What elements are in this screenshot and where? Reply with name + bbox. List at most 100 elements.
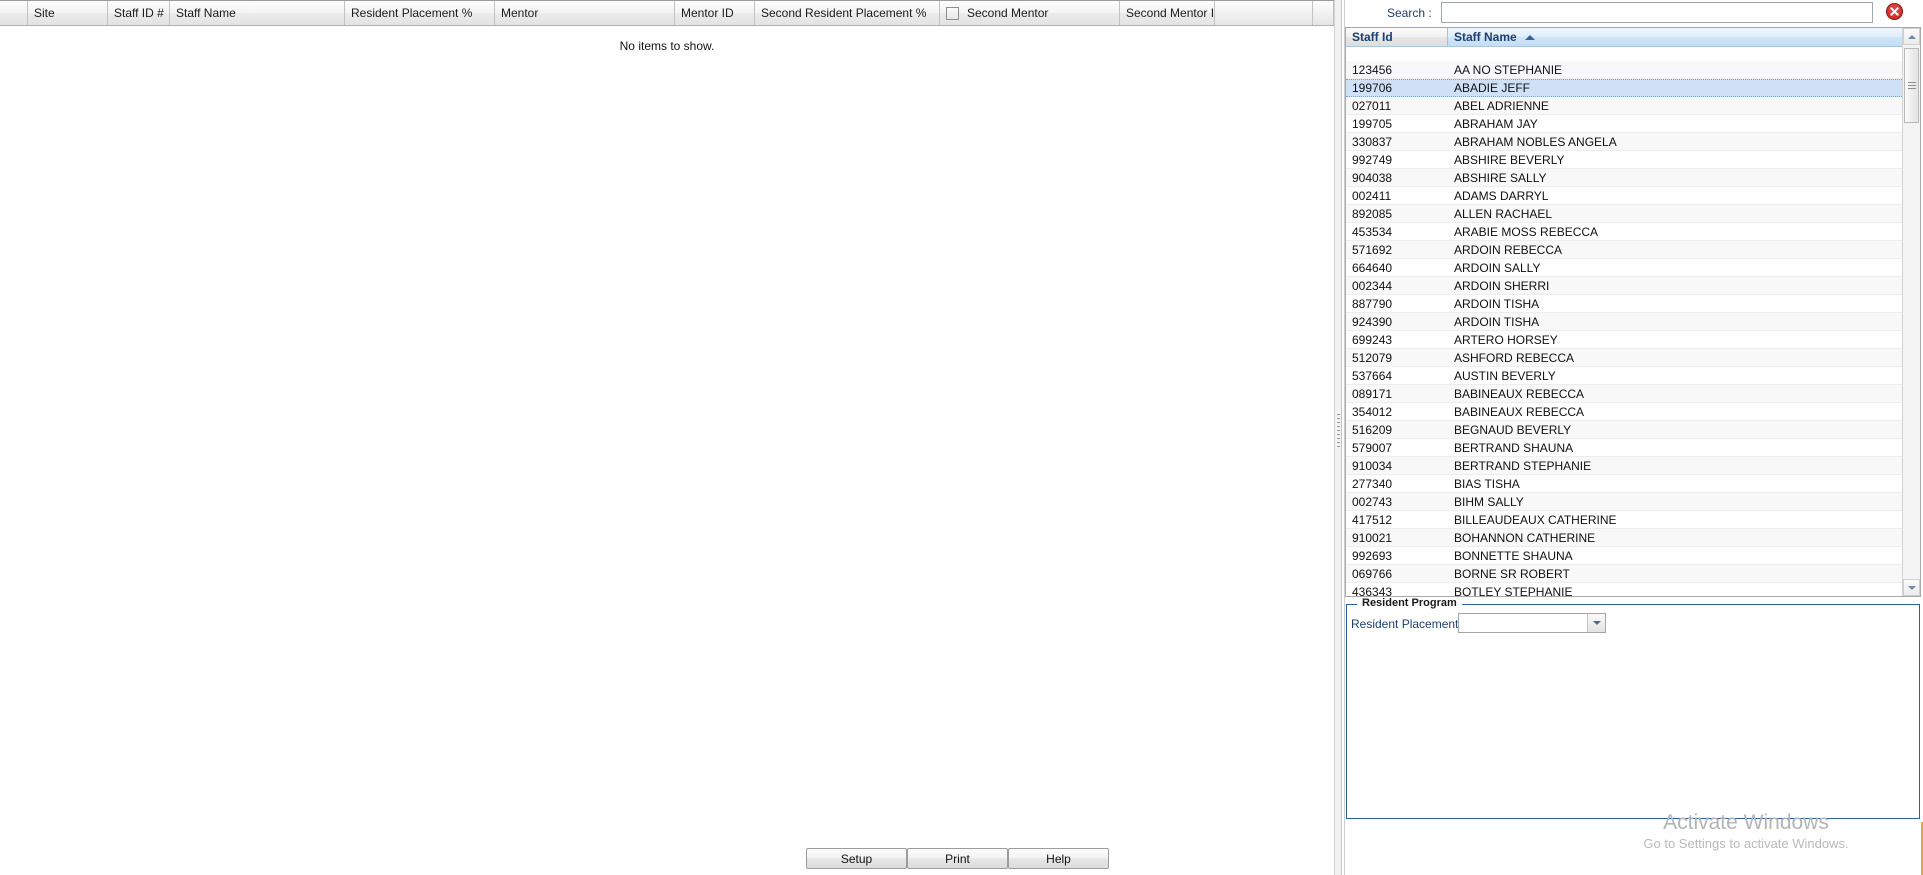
table-row[interactable]: 453534 ARABIE MOSS REBECCA [1346, 223, 1904, 241]
table-row[interactable]: 924390 ARDOIN TISHA [1346, 313, 1904, 331]
staff-id-cell: 002411 [1352, 188, 1392, 203]
table-row[interactable]: 516209 BEGNAUD BEVERLY [1346, 421, 1904, 439]
staff-id-cell: 354012 [1352, 404, 1393, 419]
table-row[interactable]: 330837 ABRAHAM NOBLES ANGELA [1346, 133, 1904, 151]
sort-ascending-icon [1524, 34, 1535, 40]
table-row[interactable]: 699243 ARTERO HORSEY [1346, 331, 1904, 349]
table-row[interactable]: 910021 BOHANNON CATHERINE [1346, 529, 1904, 547]
staff-name-cell: BABINEAUX REBECCA [1454, 404, 1585, 419]
column-header-label: Second Mentor [967, 6, 1049, 20]
setup-button[interactable]: Setup [806, 848, 907, 869]
staff-grid-rows[interactable]: 123456 AA NO STEPHANIE 199706 ABADIE JEFF 02… [1346, 47, 1904, 596]
table-row[interactable]: 002344 ARDOIN SHERRI [1346, 277, 1904, 295]
table-row[interactable]: 199706 ABADIE JEFF [1346, 79, 1904, 97]
scrollbar-grip-icon [1908, 82, 1916, 89]
column-header-site[interactable]: Site [28, 1, 108, 25]
staff-id-cell: 330837 [1352, 134, 1393, 149]
table-row[interactable]: 537664 AUSTIN BEVERLY [1346, 367, 1904, 385]
table-row[interactable]: 354012 BABINEAUX REBECCA [1346, 403, 1904, 421]
staff-id-cell: 002344 [1352, 278, 1393, 293]
pane-splitter[interactable] [1334, 0, 1342, 875]
scroll-up-button[interactable] [1903, 28, 1920, 45]
staff-name-cell: ABSHIRE SALLY [1454, 170, 1547, 185]
staff-grid-scrollbar[interactable] [1902, 28, 1920, 596]
staff-name-cell: BONNETTE SHAUNA [1454, 548, 1573, 563]
search-row: Search : [1345, 0, 1923, 28]
triangle-up-icon [1907, 34, 1916, 39]
staff-name-cell: ADAMS DARRYL [1454, 188, 1549, 203]
column-header-label: Staff ID # [114, 6, 164, 20]
column-header-second-mentor[interactable]: Second Mentor [940, 1, 1120, 25]
table-row[interactable]: 910034 BERTRAND STEPHANIE [1346, 457, 1904, 475]
staff-name-cell: ABRAHAM JAY [1454, 116, 1538, 131]
column-header-label: Second Mentor ID [1126, 6, 1215, 20]
staff-selector-pane: Search : Staff Id Staff Name 123456 AA N… [1344, 0, 1923, 875]
column-header-second-resident-placement[interactable]: Second Resident Placement % [755, 1, 940, 25]
table-row[interactable]: 992749 ABSHIRE BEVERLY [1346, 151, 1904, 169]
table-row[interactable]: 579007 BERTRAND SHAUNA [1346, 439, 1904, 457]
second-mentor-checkbox[interactable] [946, 6, 959, 20]
column-header-mentor-id[interactable]: Mentor ID [675, 1, 755, 25]
column-header-label: Site [34, 6, 55, 20]
staff-name-cell: BIHM SALLY [1454, 494, 1524, 509]
staff-name-cell: BIAS TISHA [1454, 476, 1520, 491]
close-icon[interactable] [1886, 3, 1903, 20]
grid-corner-cell[interactable] [0, 1, 28, 25]
column-header-staff-name[interactable]: Staff Name [170, 1, 345, 25]
staff-name-cell: AA NO STEPHANIE [1454, 62, 1563, 77]
staff-name-cell: BORNE SR ROBERT [1454, 566, 1570, 581]
staff-name-cell: ARDOIN TISHA [1454, 296, 1540, 311]
staff-id-cell: 924390 [1352, 314, 1393, 329]
print-button[interactable]: Print [907, 848, 1008, 869]
table-row[interactable]: 992693 BONNETTE SHAUNA [1346, 547, 1904, 565]
table-row[interactable]: 904038 ABSHIRE SALLY [1346, 169, 1904, 187]
resident-placement-dropdown[interactable] [1458, 613, 1606, 633]
staff-grid-column-header-name[interactable]: Staff Name [1448, 28, 1920, 46]
staff-id-cell: 089171 [1352, 386, 1393, 401]
search-input[interactable] [1441, 2, 1873, 23]
table-row[interactable]: 277340 BIAS TISHA [1346, 475, 1904, 493]
column-header-filler [1215, 1, 1312, 25]
table-row[interactable]: 436343 BOTLEY STEPHANIE [1346, 583, 1904, 597]
column-header-label: Resident Placement % [351, 6, 473, 20]
table-row[interactable]: 892085 ALLEN RACHAEL [1346, 205, 1904, 223]
table-row[interactable]: 002411 ADAMS DARRYL [1346, 187, 1904, 205]
help-button[interactable]: Help [1008, 848, 1109, 869]
column-header-label: Staff Name [176, 6, 236, 20]
staff-name-cell: BABINEAUX REBECCA [1454, 386, 1585, 401]
column-header-second-mentor-id[interactable]: Second Mentor ID [1120, 1, 1215, 25]
staff-id-cell: 453534 [1352, 224, 1393, 239]
chevron-down-icon[interactable] [1587, 614, 1605, 632]
table-row[interactable]: 002743 BIHM SALLY [1346, 493, 1904, 511]
table-row[interactable]: 199705 ABRAHAM JAY [1346, 115, 1904, 133]
staff-grid: Staff Id Staff Name 123456 AA NO STEPHANI… [1345, 27, 1921, 597]
table-row[interactable]: 417512 BILLEAUDEAUX CATHERINE [1346, 511, 1904, 529]
column-chooser-button[interactable] [1312, 1, 1334, 25]
staff-name-cell: BERTRAND STEPHANIE [1454, 458, 1592, 473]
table-row[interactable]: 027011 ABEL ADRIENNE [1346, 97, 1904, 115]
table-row[interactable]: 069766 BORNE SR ROBERT [1346, 565, 1904, 583]
empty-state-message: No items to show. [619, 39, 715, 53]
staff-id-cell: 516209 [1352, 422, 1393, 437]
staff-id-cell: 417512 [1352, 512, 1393, 527]
staff-name-cell: AUSTIN BEVERLY [1454, 368, 1556, 383]
column-header-staff-id[interactable]: Staff ID # [108, 1, 170, 25]
scroll-down-button[interactable] [1903, 579, 1920, 596]
staff-grid-column-header-id[interactable]: Staff Id [1346, 28, 1448, 46]
left-pane: Site Staff ID # Staff Name Resident Plac… [0, 0, 1334, 875]
scrollbar-thumb[interactable] [1904, 48, 1919, 123]
column-header-resident-placement[interactable]: Resident Placement % [345, 1, 495, 25]
app-window: Site Staff ID # Staff Name Resident Plac… [0, 0, 1923, 875]
table-row[interactable]: 123456 AA NO STEPHANIE [1346, 61, 1904, 79]
column-header-mentor[interactable]: Mentor [495, 1, 675, 25]
table-row[interactable]: 887790 ARDOIN TISHA [1346, 295, 1904, 313]
table-row[interactable]: 512079 ASHFORD REBECCA [1346, 349, 1904, 367]
table-row[interactable]: 089171 BABINEAUX REBECCA [1346, 385, 1904, 403]
staff-name-cell: BEGNAUD BEVERLY [1454, 422, 1572, 437]
search-label: Search : [1387, 6, 1432, 20]
table-row[interactable]: 664640 ARDOIN SALLY [1346, 259, 1904, 277]
assignments-grid: Site Staff ID # Staff Name Resident Plac… [0, 0, 1334, 70]
column-header-label: Staff Name [1454, 30, 1517, 44]
table-row[interactable]: 571692 ARDOIN REBECCA [1346, 241, 1904, 259]
staff-name-cell: BOTLEY STEPHANIE [1454, 584, 1573, 597]
